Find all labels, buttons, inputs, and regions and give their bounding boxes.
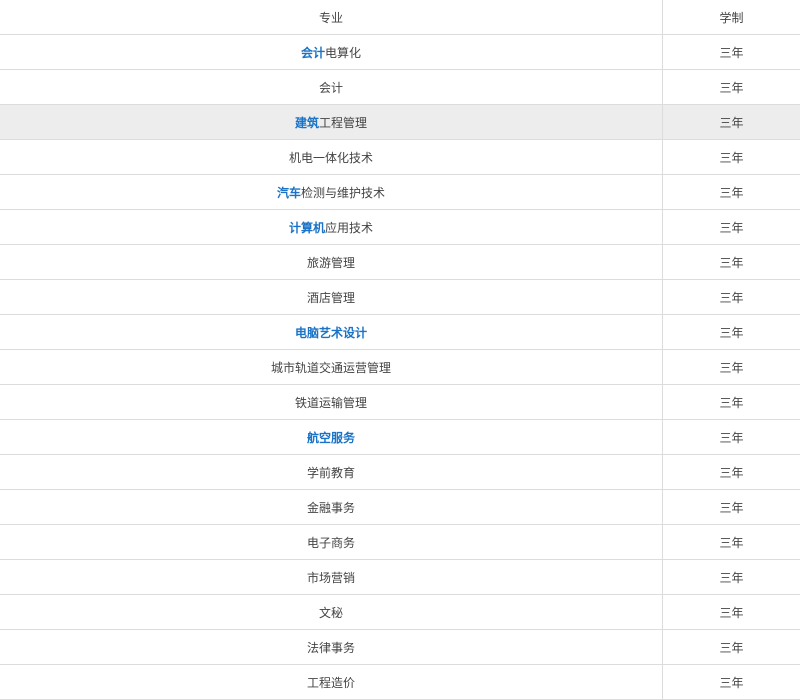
table-row: 计算机应用技术三年: [0, 210, 800, 245]
duration-cell: 三年: [663, 315, 800, 350]
major-cell: 计算机应用技术: [0, 210, 663, 245]
table-row: 电脑艺术设计 三年: [0, 315, 800, 350]
major-text: 城市轨道交通运营管理: [271, 361, 391, 375]
major-link[interactable]: 计算机: [289, 221, 325, 235]
duration-cell: 三年: [663, 175, 800, 210]
duration-cell: 三年: [663, 560, 800, 595]
major-cell: 酒店管理: [0, 280, 663, 315]
major-cell: 会计电算化: [0, 35, 663, 70]
table-row: 学前教育 三年: [0, 455, 800, 490]
major-text: 文秘: [319, 606, 343, 620]
major-text: 工程造价: [307, 676, 355, 690]
duration-cell: 三年: [663, 70, 800, 105]
major-cell: 工程造价: [0, 665, 663, 700]
table-row: 电子商务 三年: [0, 525, 800, 560]
major-cell: 法律事务: [0, 630, 663, 665]
duration-cell: 三年: [663, 630, 800, 665]
major-text: 市场营销: [307, 571, 355, 585]
major-text: 电子商务: [307, 536, 355, 550]
table-row: 建筑工程管理三年: [0, 105, 800, 140]
major-cell: 旅游管理: [0, 245, 663, 280]
major-cell: 汽车检测与维护技术: [0, 175, 663, 210]
major-link[interactable]: 建筑: [295, 116, 319, 130]
major-link[interactable]: 会计: [301, 46, 325, 60]
major-link[interactable]: 汽车: [277, 186, 301, 200]
header-duration: 学制: [663, 0, 800, 35]
table-row: 会计电算化三年: [0, 35, 800, 70]
major-link[interactable]: 航空服务: [307, 431, 355, 445]
major-cell: 城市轨道交通运营管理: [0, 350, 663, 385]
header-major: 专业: [0, 0, 663, 35]
duration-cell: 三年: [663, 105, 800, 140]
duration-cell: 三年: [663, 245, 800, 280]
major-cell: 金融事务: [0, 490, 663, 525]
major-link[interactable]: 电脑艺术设计: [295, 326, 367, 340]
duration-cell: 三年: [663, 455, 800, 490]
major-cell: 市场营销: [0, 560, 663, 595]
duration-cell: 三年: [663, 525, 800, 560]
major-text: 学前教育: [307, 466, 355, 480]
major-text: 应用技术: [325, 221, 373, 235]
major-text: 酒店管理: [307, 291, 355, 305]
major-text: 会计: [319, 81, 343, 95]
table-row: 旅游管理 三年: [0, 245, 800, 280]
duration-cell: 三年: [663, 490, 800, 525]
duration-cell: 三年: [663, 140, 800, 175]
duration-cell: 三年: [663, 595, 800, 630]
major-text: 检测与维护技术: [301, 186, 385, 200]
duration-cell: 三年: [663, 35, 800, 70]
duration-cell: 三年: [663, 280, 800, 315]
table-header-row: 专业 学制: [0, 0, 800, 35]
table-row: 酒店管理 三年: [0, 280, 800, 315]
table-row: 汽车检测与维护技术三年: [0, 175, 800, 210]
major-cell: 机电一体化技术: [0, 140, 663, 175]
major-text: 旅游管理: [307, 256, 355, 270]
duration-cell: 三年: [663, 385, 800, 420]
table-row: 法律事务 三年: [0, 630, 800, 665]
table-body: 会计电算化三年会计三年建筑工程管理三年机电一体化技术三年汽车检测与维护技术三年计…: [0, 35, 800, 700]
major-cell: 电脑艺术设计: [0, 315, 663, 350]
duration-cell: 三年: [663, 210, 800, 245]
duration-cell: 三年: [663, 350, 800, 385]
major-text: 电算化: [325, 46, 361, 60]
major-text: 金融事务: [307, 501, 355, 515]
table-row: 工程造价 三年: [0, 665, 800, 700]
major-text: 工程管理: [319, 116, 367, 130]
major-text: 机电一体化技术: [289, 151, 373, 165]
table-row: 市场营销 三年: [0, 560, 800, 595]
table-row: 机电一体化技术 三年: [0, 140, 800, 175]
table-row: 铁道运输管理 三年: [0, 385, 800, 420]
table-row: 文秘 三年: [0, 595, 800, 630]
table-row: 航空服务 三年: [0, 420, 800, 455]
major-cell: 电子商务: [0, 525, 663, 560]
table-row: 城市轨道交通运营管理 三年: [0, 350, 800, 385]
major-cell: 航空服务: [0, 420, 663, 455]
major-cell: 铁道运输管理: [0, 385, 663, 420]
majors-table: 专业 学制 会计电算化三年会计三年建筑工程管理三年机电一体化技术三年汽车检测与维…: [0, 0, 800, 700]
major-text: 法律事务: [307, 641, 355, 655]
table-row: 金融事务 三年: [0, 490, 800, 525]
major-cell: 学前教育: [0, 455, 663, 490]
major-text: 铁道运输管理: [295, 396, 367, 410]
major-cell: 建筑工程管理: [0, 105, 663, 140]
major-cell: 文秘: [0, 595, 663, 630]
duration-cell: 三年: [663, 665, 800, 700]
table-row: 会计 三年: [0, 70, 800, 105]
duration-cell: 三年: [663, 420, 800, 455]
major-cell: 会计: [0, 70, 663, 105]
